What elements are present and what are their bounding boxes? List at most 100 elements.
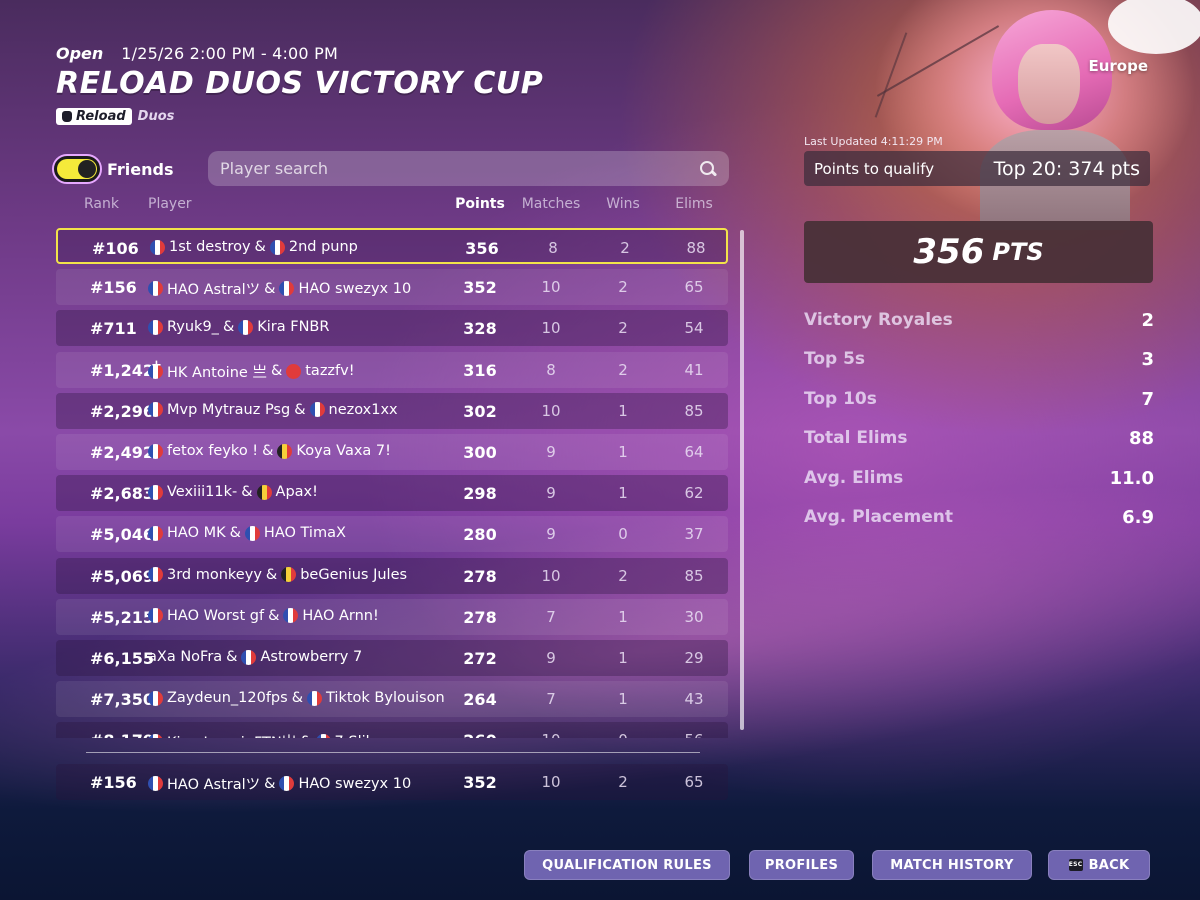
scrollbar-thumb[interactable] — [740, 230, 744, 730]
leaderboard-list[interactable]: #106 1st destroy & 2nd punp 356 8 2 88 #156 HAO A… — [56, 228, 728, 738]
points-unit: PTS — [992, 238, 1044, 266]
flag-icon — [279, 281, 295, 297]
match-history-button[interactable]: MATCH HISTORY — [872, 850, 1032, 880]
row-matches: 10 — [518, 731, 584, 738]
reload-tag: Reload — [56, 108, 132, 125]
money-bag-icon — [62, 111, 72, 122]
table-row[interactable]: #1,242 HK Antoine 亗& tazzfv! 316 8 2 41 — [56, 351, 728, 388]
table-row[interactable]: #711 Ryuk9_ & Kira FNBR 328 10 2 54 — [56, 310, 728, 347]
flag-icon — [281, 567, 297, 583]
row-rank: #2,683 — [90, 484, 155, 504]
flag-icon — [148, 776, 163, 791]
stat-avg-placement: Avg. Placement 6.9 — [804, 506, 1154, 528]
row-points: 260 — [454, 731, 506, 738]
row-matches: 9 — [546, 443, 556, 461]
player-one-name: HAO Worst gf — [167, 607, 265, 624]
flag-icon — [150, 239, 165, 255]
row-wins: 1 — [618, 607, 628, 626]
qualify-box: Points to qualify Top 20: 374 pts — [804, 151, 1150, 186]
event-time: 1/25/26 2:00 PM - 4:00 PM — [121, 44, 338, 63]
row-points: 328 — [463, 319, 497, 339]
flag-icon — [148, 319, 163, 335]
ampersand: & — [291, 690, 304, 707]
ampersand: & — [241, 484, 253, 501]
player-one-name: HAO Astralツ — [167, 282, 261, 299]
row-points: 272 — [463, 649, 497, 668]
table-row[interactable]: #6,155 aXa NoFra & Astrowberry 7 272 9 1 29 — [56, 640, 728, 676]
header-rank: Rank — [84, 196, 119, 212]
table-row[interactable]: #5,046 HAO MK & HAO TimaX 280 9 0 37 — [56, 516, 728, 553]
row-players: fetox feyko ! & Koya Vaxa 7! — [148, 443, 391, 459]
row-wins: 2 — [620, 239, 630, 257]
stat-victory-royales: Victory Royales 2 — [804, 310, 1154, 331]
row-wins: 1 — [618, 401, 628, 420]
my-team-row[interactable]: #156 HAO Astralツ & HAO swezyx 10 352 10 2 65 — [56, 764, 728, 800]
table-row[interactable]: #5,069 3rd monkeyy & beGenius Jules 278 10 2 85 — [56, 557, 728, 594]
table-row[interactable]: #156 HAO Astralツ & HAO swezyx 10 352 10 2 65 — [56, 269, 728, 306]
row-rank: #8,179 — [90, 731, 154, 738]
table-row[interactable]: #8,179 King LeywinFTN亗& 7 Slikzo 260 10 0 56 — [56, 722, 728, 738]
table-row[interactable]: #156 HAO Astralツ & HAO swezyx 10 352 10 2 65 — [56, 764, 728, 800]
player-search-input[interactable]: Player search — [208, 151, 729, 186]
player-one-name: HAO Astralツ — [167, 777, 261, 793]
row-matches: 7 — [546, 690, 556, 709]
player-one-name: fetox feyko ! — [167, 443, 259, 459]
player-one-name: Mvp Mytrauz Psg — [167, 401, 291, 418]
player-one-name: Ryuk9_ — [167, 319, 219, 336]
player-one-name: Zaydeun_120fps — [167, 690, 288, 707]
points-total: 356 PTS — [804, 221, 1153, 283]
header-elims[interactable]: Elims — [664, 196, 724, 212]
player-two-name: beGenius Jules — [300, 566, 408, 583]
profiles-button[interactable]: PROFILES — [749, 850, 854, 880]
back-label: BACK — [1088, 857, 1130, 873]
player-one-name: 3rd monkeyy — [167, 566, 262, 583]
player-one-name: 1st destroy — [169, 239, 251, 255]
row-matches: 9 — [546, 649, 556, 667]
header-points[interactable]: Points — [454, 196, 506, 212]
row-points: 302 — [463, 401, 497, 421]
flag-icon — [279, 776, 295, 791]
row-points: 316 — [463, 360, 497, 380]
qualify-value: Top 20: 374 pts — [993, 157, 1140, 180]
header-wins[interactable]: Wins — [596, 196, 650, 212]
row-matches: 10 — [541, 278, 561, 297]
table-row[interactable]: #106 1st destroy & 2nd punp 356 8 2 88 — [56, 228, 728, 264]
row-points: 278 — [463, 607, 497, 627]
flag-icon — [148, 567, 163, 583]
qualify-label: Points to qualify — [814, 159, 935, 178]
event-schedule: Open 1/25/26 2:00 PM - 4:00 PM — [56, 44, 338, 63]
player-one-name: King LeywinFTN亗 — [167, 731, 296, 738]
back-button[interactable]: ESC BACK — [1048, 850, 1150, 880]
flag-icon — [256, 484, 272, 500]
flag-icon — [148, 484, 163, 500]
friends-toggle[interactable] — [52, 154, 102, 184]
flag-icon — [148, 690, 163, 706]
stats-list: Victory Royales 2 Top 5s 3 Top 10s 7 Total … — [804, 310, 1154, 546]
ampersand: & — [262, 443, 274, 459]
search-icon[interactable] — [699, 160, 717, 178]
row-matches: 10 — [541, 566, 561, 585]
table-row[interactable]: #5,215 HAO Worst gf & HAO Arnn! 278 7 1 30 — [56, 598, 728, 635]
points-value: 356 — [913, 232, 985, 272]
flag-icon — [148, 734, 163, 738]
row-players: HAO Worst gf & HAO Arnn! — [148, 608, 379, 624]
row-rank: #156 — [90, 278, 137, 298]
row-points: 352 — [463, 773, 497, 792]
row-players: HAO Astralツ & HAO swezyx 10 — [148, 773, 411, 794]
table-row[interactable]: #7,350 Zaydeun_120fps & Tiktok Bylouison 264… — [56, 681, 728, 718]
ampersand: & — [264, 280, 276, 297]
row-wins: 1 — [618, 649, 628, 667]
table-row[interactable]: #2,296 Mvp Mytrauz Psg & nezox1xx 302 10 1 85 — [56, 392, 728, 429]
player-two-name: 7 Slikzo — [335, 734, 391, 738]
player-two-name: Koya Vaxa 7! — [296, 443, 391, 459]
stat-top-10s: Top 10s 7 — [804, 388, 1154, 410]
stat-avg-elims: Avg. Elims 11.0 — [804, 467, 1154, 489]
stat-total-elims: Total Elims 88 — [804, 428, 1154, 450]
header-matches[interactable]: Matches — [518, 196, 584, 212]
row-wins: 0 — [618, 525, 628, 544]
qualification-rules-button[interactable]: QUALIFICATION RULES — [524, 850, 730, 880]
table-row[interactable]: #2,492 fetox feyko ! & Koya Vaxa 7! 300 9 1 64 — [56, 434, 728, 470]
row-rank: #6,155 — [90, 649, 155, 668]
toggle-knob — [78, 160, 96, 178]
table-row[interactable]: #2,683 Vexiii11k- & Apax! 298 9 1 62 — [56, 475, 728, 512]
